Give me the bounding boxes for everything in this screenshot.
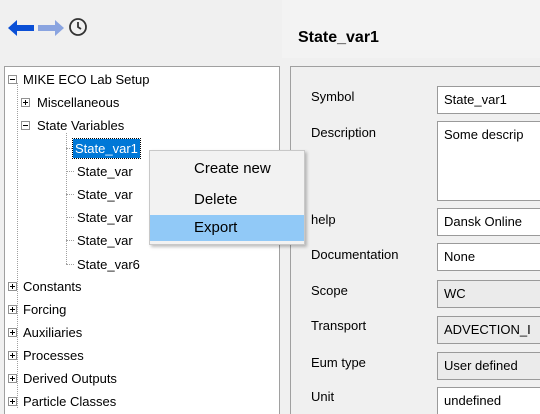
symbol-label: Symbol [311, 89, 355, 104]
tree-connector [66, 194, 74, 195]
menu-item-create-new[interactable]: Create new [150, 156, 304, 182]
details-header: State_var1 [282, 0, 540, 58]
tree-item-particle-classes[interactable]: Particle Classes [21, 392, 118, 411]
online-help-label: help [311, 212, 336, 227]
tree-item-processes[interactable]: Processes [21, 346, 86, 365]
documentation-field[interactable]: None [437, 243, 540, 271]
navigation-toolbar [0, 0, 282, 58]
menu-item-export[interactable]: Export [150, 215, 304, 241]
eum-type-label: Eum type [311, 355, 366, 370]
page-title: State_var1 [298, 29, 379, 46]
scope-field[interactable]: WC [437, 280, 540, 308]
expand-toggle[interactable] [8, 351, 17, 360]
tree-item-auxiliaries[interactable]: Auxiliaries [21, 323, 84, 342]
scope-label: Scope [311, 283, 348, 298]
tree-item-state-var[interactable]: State_var [75, 185, 135, 204]
tree-item-derived-outputs[interactable]: Derived Outputs [21, 369, 119, 388]
tree-item-forcing[interactable]: Forcing [21, 300, 68, 319]
tree-item-miscellaneous[interactable]: Miscellaneous [35, 93, 121, 112]
expand-toggle[interactable] [8, 328, 17, 337]
tree-item-state-var[interactable]: State_var [75, 208, 135, 227]
clock-icon[interactable] [68, 17, 88, 37]
expand-toggle[interactable] [21, 98, 30, 107]
tree-connector [17, 83, 18, 408]
unit-label: Unit [311, 389, 335, 404]
tree-item-state-var[interactable]: State_var [75, 231, 135, 250]
transport-label: Transport [311, 318, 367, 333]
tree-item-state-var[interactable]: State_var6 [75, 255, 142, 274]
menu-item-delete[interactable]: Delete [150, 187, 304, 213]
tree-item-state-var[interactable]: State_var [75, 162, 135, 181]
arrow-right-icon[interactable] [38, 20, 64, 36]
expand-toggle[interactable] [8, 282, 17, 291]
arrow-left-icon[interactable] [8, 20, 34, 36]
expand-toggle[interactable] [8, 305, 17, 314]
tree-connector [66, 240, 74, 241]
tree-item-state-var[interactable]: State_var1 [72, 138, 141, 159]
collapse-toggle[interactable] [21, 121, 30, 130]
collapse-toggle[interactable] [8, 75, 17, 84]
properties-panel: Symbol State_var1 Description Some descr… [290, 66, 540, 414]
online-help-field[interactable]: Dansk Online [437, 208, 540, 236]
tree-root[interactable]: MIKE ECO Lab Setup [21, 70, 151, 89]
expand-toggle[interactable] [8, 374, 17, 383]
description-label: Description [311, 125, 377, 140]
documentation-label: Documentation [311, 247, 399, 262]
tree-item-state-variables[interactable]: State Variables [35, 116, 126, 135]
context-menu: Create new Delete Export [149, 150, 305, 245]
expand-toggle[interactable] [8, 397, 17, 406]
unit-field[interactable]: undefined [437, 387, 540, 414]
eum-type-field[interactable]: User defined [437, 352, 540, 380]
description-field[interactable]: Some descrip [437, 121, 540, 201]
transport-field[interactable]: ADVECTION_I [437, 316, 540, 344]
tree-connector [66, 133, 67, 264]
symbol-field[interactable]: State_var1 [437, 86, 540, 114]
tree-connector [66, 264, 74, 265]
tree-connector [66, 217, 74, 218]
tree-connector [66, 171, 74, 172]
tree-item-constants[interactable]: Constants [21, 277, 84, 296]
